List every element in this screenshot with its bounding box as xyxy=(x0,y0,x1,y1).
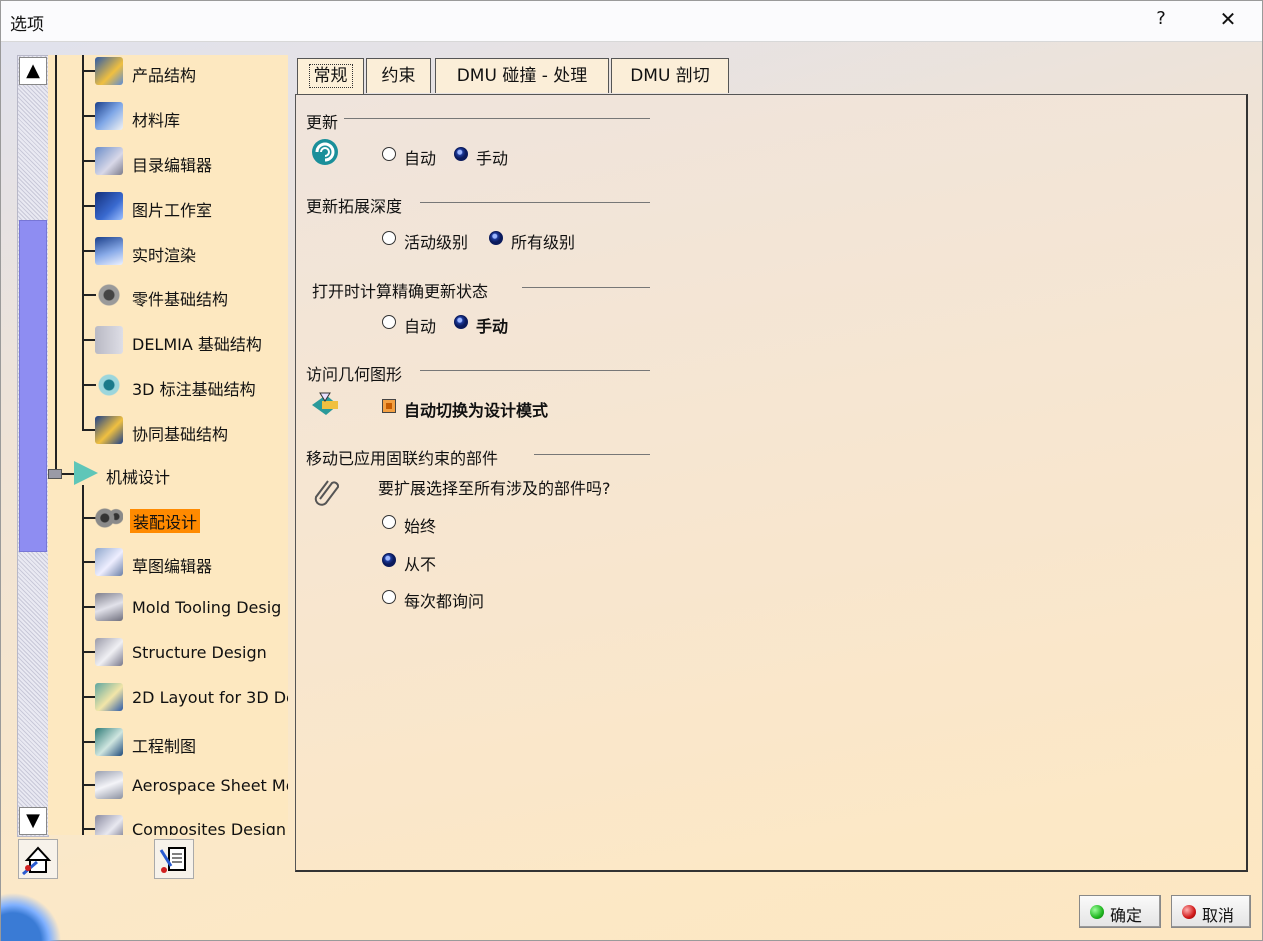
delmia-infrastructure-icon xyxy=(95,326,123,354)
close-button[interactable]: ✕ xyxy=(1215,7,1241,31)
section-rule xyxy=(420,370,650,371)
composites-design-icon xyxy=(95,815,123,835)
extend-ask-radio[interactable] xyxy=(382,590,396,604)
depth-active-level-label: 活动级别 xyxy=(404,233,469,252)
product-structure-icon xyxy=(95,57,123,85)
tree-line xyxy=(82,55,84,430)
extend-always-radio[interactable] xyxy=(382,515,396,529)
open-compute-manual-radio[interactable] xyxy=(454,315,468,329)
scroll-up-button[interactable]: ▲ xyxy=(19,57,47,85)
photo-studio-icon xyxy=(95,192,123,220)
section-title-move-parts: 移动已应用固联约束的部件 xyxy=(306,449,499,468)
extend-never-label: 从不 xyxy=(404,555,437,574)
cancel-led-icon xyxy=(1182,905,1196,919)
section-title-update: 更新 xyxy=(306,113,339,132)
open-compute-manual-label: 手动 xyxy=(476,317,509,336)
catalog-editor-icon xyxy=(95,147,123,175)
section-title-access-geometry: 访问几何图形 xyxy=(306,365,403,384)
options-dialog: 选项 ? ✕ ▲ ▼ 产品结构 材料库 目录编辑器 图片工作室 实时渲染 零件基… xyxy=(0,0,1263,941)
section-title-open-compute: 打开时计算精确更新状态 xyxy=(312,282,489,301)
sketcher-icon xyxy=(95,548,123,576)
design-mode-icon xyxy=(312,392,338,415)
auto-switch-design-mode-checkbox[interactable] xyxy=(382,399,396,413)
extend-always-label: 始终 xyxy=(404,517,437,536)
realtime-rendering-icon xyxy=(95,237,123,265)
assembly-design-icon xyxy=(95,504,123,532)
cancel-button[interactable]: 取消 xyxy=(1171,895,1251,928)
update-swirl-icon xyxy=(312,139,338,165)
part-infrastructure-icon xyxy=(95,281,123,309)
section-rule xyxy=(522,287,650,288)
update-auto-radio[interactable] xyxy=(382,147,396,161)
mold-tooling-icon xyxy=(95,593,123,621)
update-auto-label: 自动 xyxy=(404,149,437,168)
extend-ask-label: 每次都询问 xyxy=(404,592,485,611)
ok-led-icon xyxy=(1090,905,1104,919)
3d-annotation-icon xyxy=(95,371,123,399)
tree-group-mechanical-design[interactable]: 机械设计 xyxy=(48,459,288,489)
tree-line xyxy=(55,55,57,475)
extend-never-radio[interactable] xyxy=(382,553,396,567)
tree-line xyxy=(82,485,84,835)
open-compute-auto-label: 自动 xyxy=(404,317,437,336)
update-manual-radio[interactable] xyxy=(454,147,468,161)
tab-content-general: 更新 自动 手动 更新拓展深度 活动级别 所有级别 打开时计算精确更新状态 自动… xyxy=(295,94,1248,872)
scroll-thumb[interactable] xyxy=(19,220,47,552)
section-title-update-depth: 更新拓展深度 xyxy=(306,197,403,216)
settings-document-icon xyxy=(159,847,186,873)
depth-active-level-radio[interactable] xyxy=(382,231,396,245)
collaboration-icon xyxy=(95,416,123,444)
tab-constraints[interactable]: 约束 xyxy=(366,58,431,93)
tree-scrollbar[interactable]: ▲ ▼ xyxy=(17,55,49,837)
2d-layout-icon xyxy=(95,683,123,711)
tab-general[interactable]: 常规 xyxy=(297,58,364,95)
title-bar: 选项 ? ✕ xyxy=(1,1,1262,42)
collapse-toggle[interactable] xyxy=(48,469,62,479)
tab-dmu-sectioning[interactable]: DMU 剖切 xyxy=(611,58,729,93)
section-rule xyxy=(420,202,650,203)
home-options-button[interactable] xyxy=(18,839,58,879)
depth-all-levels-radio[interactable] xyxy=(489,231,503,245)
globe-decoration xyxy=(1,883,81,941)
section-rule xyxy=(534,454,650,455)
drafting-icon xyxy=(95,728,123,756)
material-library-icon xyxy=(95,102,123,130)
structure-design-icon xyxy=(95,638,123,666)
mechanical-design-icon xyxy=(74,461,98,485)
home-icon xyxy=(22,846,52,876)
depth-all-levels-label: 所有级别 xyxy=(511,233,576,252)
window-title: 选项 xyxy=(10,15,44,35)
move-parts-question: 要扩展选择至所有涉及的部件吗? xyxy=(378,479,611,498)
section-rule xyxy=(344,118,650,119)
options-tree: 产品结构 材料库 目录编辑器 图片工作室 实时渲染 零件基础结构 DELMIA … xyxy=(48,55,288,835)
tab-dmu-clash[interactable]: DMU 碰撞 - 处理 xyxy=(435,58,609,93)
open-compute-auto-radio[interactable] xyxy=(382,315,396,329)
auto-switch-design-mode-label: 自动切换为设计模式 xyxy=(404,401,549,420)
aerospace-sheet-icon xyxy=(95,771,123,799)
import-export-settings-button[interactable] xyxy=(154,839,194,879)
update-manual-label: 手动 xyxy=(476,149,509,168)
paperclip-icon xyxy=(314,480,340,506)
help-button[interactable]: ? xyxy=(1151,8,1171,29)
scroll-down-button[interactable]: ▼ xyxy=(19,807,47,835)
ok-button[interactable]: 确定 xyxy=(1079,895,1161,928)
